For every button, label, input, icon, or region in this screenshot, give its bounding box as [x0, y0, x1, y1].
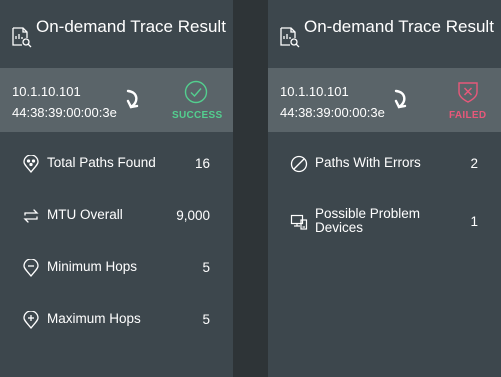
shield-x-icon	[458, 82, 478, 103]
stat-label: Possible Problem Devices	[315, 206, 421, 235]
stat-label: Minimum Hops	[47, 259, 138, 274]
trace-report-icon	[280, 27, 300, 48]
stat-label: Maximum Hops	[47, 311, 141, 326]
stat-label: MTU Overall	[47, 207, 123, 222]
source-ip: 10.1.10.101	[280, 84, 349, 99]
stat-problem-devices: Possible Problem Devices 1	[268, 207, 501, 247]
source-ip: 10.1.10.101	[12, 84, 81, 99]
stat-value: 16	[194, 156, 210, 171]
trace-result-card-success: On-demand Trace Result 10.1.10.101 44:38…	[0, 0, 233, 377]
stat-minimum-hops: Minimum Hops 5	[0, 253, 233, 283]
destination-mac: 44:38:39:00:00:3e	[12, 105, 117, 120]
trace-endpoint-row: 10.1.10.101 44:38:39:00:00:3e SUCCESS	[0, 68, 233, 132]
stat-paths-with-errors: Paths With Errors 2	[268, 149, 501, 179]
trace-result-card-failed: On-demand Trace Result 10.1.10.101 44:38…	[268, 0, 501, 377]
card-header: On-demand Trace Result	[268, 0, 501, 68]
stat-label: Total Paths Found	[47, 155, 156, 170]
slash-circle-icon	[290, 155, 308, 173]
stat-mtu-overall: MTU Overall 9,000	[0, 201, 233, 231]
status-success-label: SUCCESS	[172, 110, 223, 121]
trace-arrow-icon	[394, 89, 407, 109]
status-failed-label: FAILED	[449, 110, 487, 121]
devices-icon	[290, 214, 308, 230]
stat-value: 5	[202, 260, 210, 275]
panel-divider	[233, 0, 268, 377]
check-circle-icon	[184, 80, 208, 104]
stat-value: 2	[470, 156, 478, 171]
destination-mac: 44:38:39:00:00:3e	[280, 105, 385, 120]
trace-arrow-icon	[126, 89, 139, 109]
stat-value: 9,000	[176, 208, 210, 223]
stat-value: 1	[470, 214, 478, 229]
pin-minus-icon	[23, 259, 39, 277]
stat-label: Paths With Errors	[315, 155, 421, 170]
card-title: On-demand Trace Result	[304, 17, 494, 36]
stat-total-paths: Total Paths Found 16	[0, 149, 233, 179]
trace-report-icon	[12, 27, 32, 48]
card-header: On-demand Trace Result	[0, 0, 233, 68]
stat-maximum-hops: Maximum Hops 5	[0, 305, 233, 335]
card-title: On-demand Trace Result	[36, 17, 226, 36]
stat-value: 5	[202, 312, 210, 327]
paths-pin-icon	[23, 155, 39, 173]
pin-plus-icon	[23, 311, 39, 329]
trace-endpoint-row: 10.1.10.101 44:38:39:00:00:3e FAILED	[268, 68, 501, 132]
swap-arrows-icon	[23, 209, 39, 223]
